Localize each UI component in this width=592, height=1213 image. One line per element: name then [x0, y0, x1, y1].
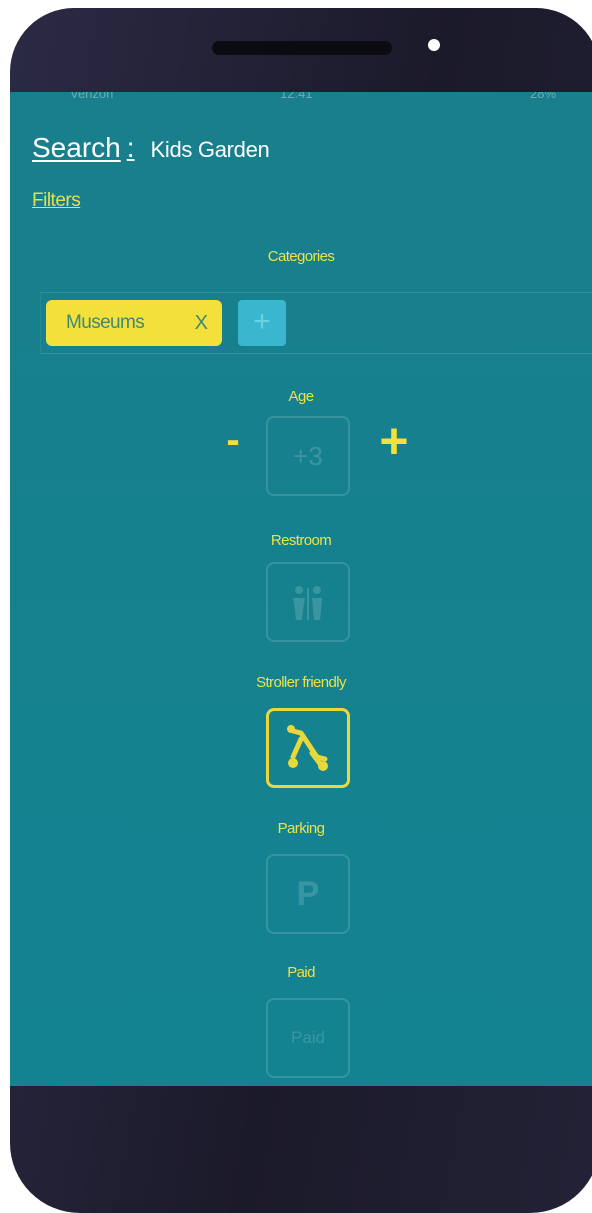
restroom-icon: [293, 586, 322, 620]
parking-icon: P: [296, 874, 320, 913]
stroller-icon: [287, 725, 328, 771]
speaker-grille: [212, 41, 392, 55]
age-value: +3: [293, 440, 323, 471]
filters-link[interactable]: Filters: [32, 190, 81, 212]
phone-frame: Verizon 12:41 28% Search : Kids Garden F…: [10, 8, 592, 1213]
chip-remove-icon[interactable]: X: [195, 312, 208, 335]
search-row: Search : Kids Garden: [32, 132, 270, 164]
carrier-label: Verizon: [70, 92, 114, 101]
search-label[interactable]: Search: [32, 132, 121, 164]
age-decrement-button[interactable]: -: [220, 418, 246, 463]
status-bar: Verizon 12:41 28%: [10, 92, 592, 102]
front-camera: [428, 39, 440, 51]
search-colon: :: [126, 132, 135, 163]
categories-label: Categories: [267, 248, 335, 265]
parking-toggle[interactable]: P: [266, 854, 350, 934]
paid-toggle[interactable]: Paid: [266, 998, 350, 1078]
restroom-toggle[interactable]: [266, 562, 350, 642]
age-value-box[interactable]: +3: [266, 416, 350, 496]
stroller-label: Stroller friendly: [256, 674, 346, 691]
stroller-toggle[interactable]: [266, 708, 350, 788]
category-chip-museums[interactable]: Museums X: [46, 300, 222, 346]
restroom-label: Restroom: [270, 532, 332, 549]
paid-label: Paid: [287, 964, 315, 981]
parking-label: Parking: [277, 820, 325, 837]
paid-icon: Paid: [290, 1028, 326, 1047]
bottom-bezel: [10, 1086, 592, 1213]
battery-level: 28%: [530, 92, 557, 101]
age-label: Age: [288, 388, 314, 405]
app-screen: Verizon 12:41 28% Search : Kids Garden F…: [10, 92, 592, 1086]
search-query[interactable]: Kids Garden: [151, 137, 270, 163]
age-increment-button[interactable]: +: [372, 412, 416, 470]
chip-label: Museums: [66, 312, 145, 333]
add-category-button[interactable]: +: [238, 300, 286, 346]
status-time: 12:41: [280, 92, 313, 101]
